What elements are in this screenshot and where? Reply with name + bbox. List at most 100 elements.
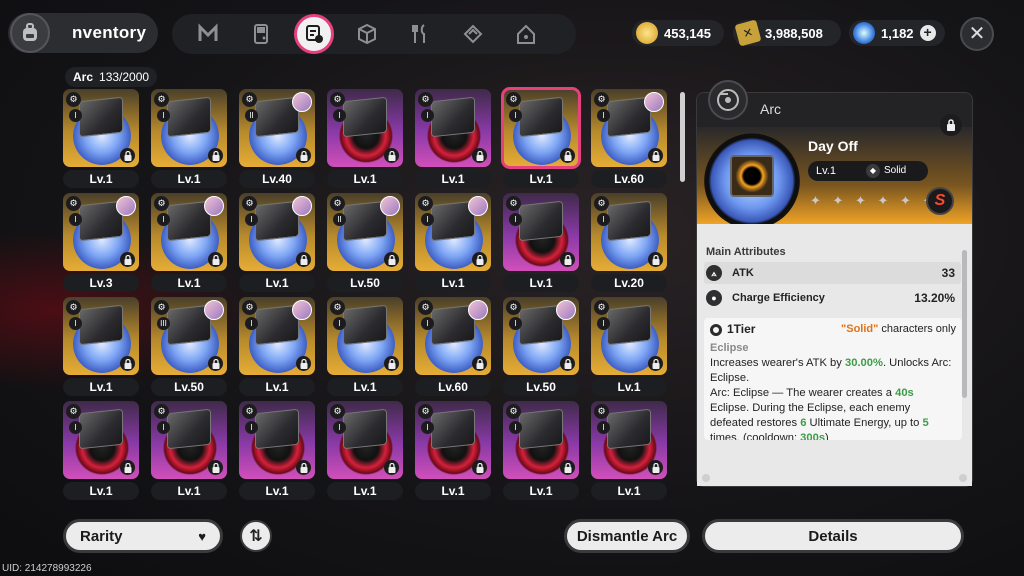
equipped-character-avatar: [468, 196, 488, 216]
arc-item[interactable]: ⚙ I Lv.1: [151, 401, 227, 501]
tier-badge: I: [333, 421, 346, 434]
tier-badge: I: [333, 317, 346, 330]
details-button[interactable]: Details: [702, 519, 964, 553]
arc-item[interactable]: ⚙ I Lv.1: [415, 89, 491, 189]
arc-level-label: Lv.1: [239, 274, 315, 292]
add-currency-button[interactable]: +: [919, 25, 936, 41]
tab-utensils-icon[interactable]: [400, 14, 440, 54]
equipped-character-avatar: [292, 92, 312, 112]
arc-level-label: Lv.50: [327, 274, 403, 292]
arc-item[interactable]: ⚙ I Lv.3: [63, 193, 139, 293]
arc-item[interactable]: ⚙ I Lv.1: [239, 297, 315, 397]
arc-item[interactable]: ⚙ I Lv.1: [239, 193, 315, 293]
arc-item[interactable]: ⚙ I Lv.1: [415, 401, 491, 501]
arc-item[interactable]: ⚙ I Lv.60: [591, 89, 667, 189]
equipped-character-avatar: [292, 196, 312, 216]
tab-cube-icon[interactable]: [347, 14, 387, 54]
tier-badge: II: [245, 109, 258, 122]
arc-item[interactable]: ⚙ I Lv.1: [591, 297, 667, 397]
dismantle-arc-button[interactable]: Dismantle Arc: [564, 519, 690, 553]
element-type-icon: ⚙: [242, 404, 257, 419]
arc-item[interactable]: ⚙ I Lv.1: [327, 401, 403, 501]
arc-item[interactable]: ⚙ I Lv.1: [591, 401, 667, 501]
tier-badge: I: [69, 213, 82, 226]
attributes-section: Main Attributes ⟑ ATK 33 ● Charge Effici…: [697, 224, 972, 486]
sort-order-button[interactable]: ⇅: [240, 520, 272, 552]
element-type-icon: ⚙: [594, 404, 609, 419]
arc-artwork: [431, 96, 475, 138]
arc-level-label: Lv.1: [239, 482, 315, 500]
arc-item[interactable]: ⚙ I Lv.1: [151, 193, 227, 293]
tab-n-logo-icon[interactable]: [188, 14, 228, 54]
lock-icon: [560, 460, 575, 475]
lock-icon: [384, 252, 399, 267]
tier-badge: I: [597, 317, 610, 330]
tab-home-icon[interactable]: [506, 14, 546, 54]
arc-item[interactable]: ⚙ I Lv.1: [327, 89, 403, 189]
arc-item[interactable]: ⚙ II Lv.50: [327, 193, 403, 293]
arc-level: Lv.1: [816, 165, 836, 177]
arc-item[interactable]: ⚙ I Lv.20: [591, 193, 667, 293]
arc-item[interactable]: ⚙ I Lv.1: [327, 297, 403, 397]
element-type-icon: ⚙: [330, 300, 345, 315]
arc-artwork: [167, 96, 211, 138]
grid-scrollbar[interactable]: [680, 92, 685, 182]
arc-item[interactable]: ⚙ I Lv.1: [63, 401, 139, 501]
arc-artwork: [343, 408, 387, 450]
arc-item[interactable]: ⚙ I Lv.50: [503, 297, 579, 397]
arc-grid: ⚙ I Lv.1 ⚙ I Lv.1 ⚙ II Lv.40 ⚙ I Lv.1 ⚙ I Lv.1 ⚙ I Lv.1 ⚙ I…: [63, 87, 673, 501]
tab-gameboy-icon[interactable]: [241, 14, 281, 54]
lock-toggle-button[interactable]: [940, 114, 962, 136]
arc-item[interactable]: ⚙ III Lv.50: [151, 297, 227, 397]
blue-orb-icon: [853, 22, 875, 44]
attribute-value: 13.20%: [914, 291, 955, 305]
arc-item[interactable]: ⚙ I Lv.1: [63, 297, 139, 397]
tier-badge: I: [69, 421, 82, 434]
arc-item[interactable]: ⚙ II Lv.40: [239, 89, 315, 189]
tab-package-icon[interactable]: [453, 14, 493, 54]
arc-item[interactable]: ⚙ I Lv.1: [503, 401, 579, 501]
arc-card: ⚙ I: [151, 401, 227, 479]
attribute-atk: ⟑ ATK 33: [704, 262, 961, 284]
arc-card: ⚙ I: [591, 89, 667, 167]
tier-req-text: characters only: [878, 323, 956, 335]
close-button[interactable]: ✕: [960, 17, 994, 51]
lock-icon: [296, 356, 311, 371]
passive-effect-box[interactable]: 1Tier "Solid" characters only Eclipse In…: [704, 318, 962, 440]
lock-icon: [648, 148, 663, 163]
arc-level-label: Lv.1: [591, 482, 667, 500]
panel-corner: [702, 474, 710, 482]
arc-item[interactable]: ⚙ I Lv.1: [503, 193, 579, 293]
tier-badge: I: [421, 213, 434, 226]
tier-badge: III: [157, 317, 170, 330]
arc-item[interactable]: ⚙ I Lv.1: [415, 193, 491, 293]
arc-item[interactable]: ⚙ I Lv.1: [63, 89, 139, 189]
arc-level-label: Lv.1: [503, 170, 579, 188]
equipped-character-avatar: [292, 300, 312, 320]
arc-item[interactable]: ⚙ I Lv.60: [415, 297, 491, 397]
arc-item[interactable]: ⚙ I Lv.1: [501, 87, 581, 189]
tab-arc-icon[interactable]: [294, 14, 334, 54]
element-type-icon: ⚙: [66, 300, 81, 315]
arc-level-label: Lv.60: [415, 378, 491, 396]
arc-card: ⚙ I: [327, 297, 403, 375]
page-title: nventory: [72, 23, 147, 42]
element-type-icon: ⚙: [506, 196, 521, 211]
arc-item[interactable]: ⚙ I Lv.1: [151, 89, 227, 189]
droplet-icon: ●: [706, 290, 722, 306]
arc-name: Day Off: [808, 138, 858, 154]
lock-icon: [472, 148, 487, 163]
arc-card: ⚙ I: [63, 297, 139, 375]
arc-level-label: Lv.1: [239, 378, 315, 396]
arc-level-label: Lv.1: [63, 170, 139, 188]
gold-value: 453,145: [664, 25, 711, 41]
arc-level-label: Lv.1: [415, 170, 491, 188]
arc-level-label: Lv.60: [591, 170, 667, 188]
tier-req-type: "Solid": [841, 323, 879, 335]
arc-item[interactable]: ⚙ I Lv.1: [239, 401, 315, 501]
attributes-scrollbar[interactable]: [962, 250, 967, 398]
arc-level-label: Lv.1: [415, 274, 491, 292]
element-type-icon: ⚙: [418, 92, 433, 107]
sort-rarity-dropdown[interactable]: Rarity ♥: [63, 519, 223, 553]
arc-level-label: Lv.20: [591, 274, 667, 292]
